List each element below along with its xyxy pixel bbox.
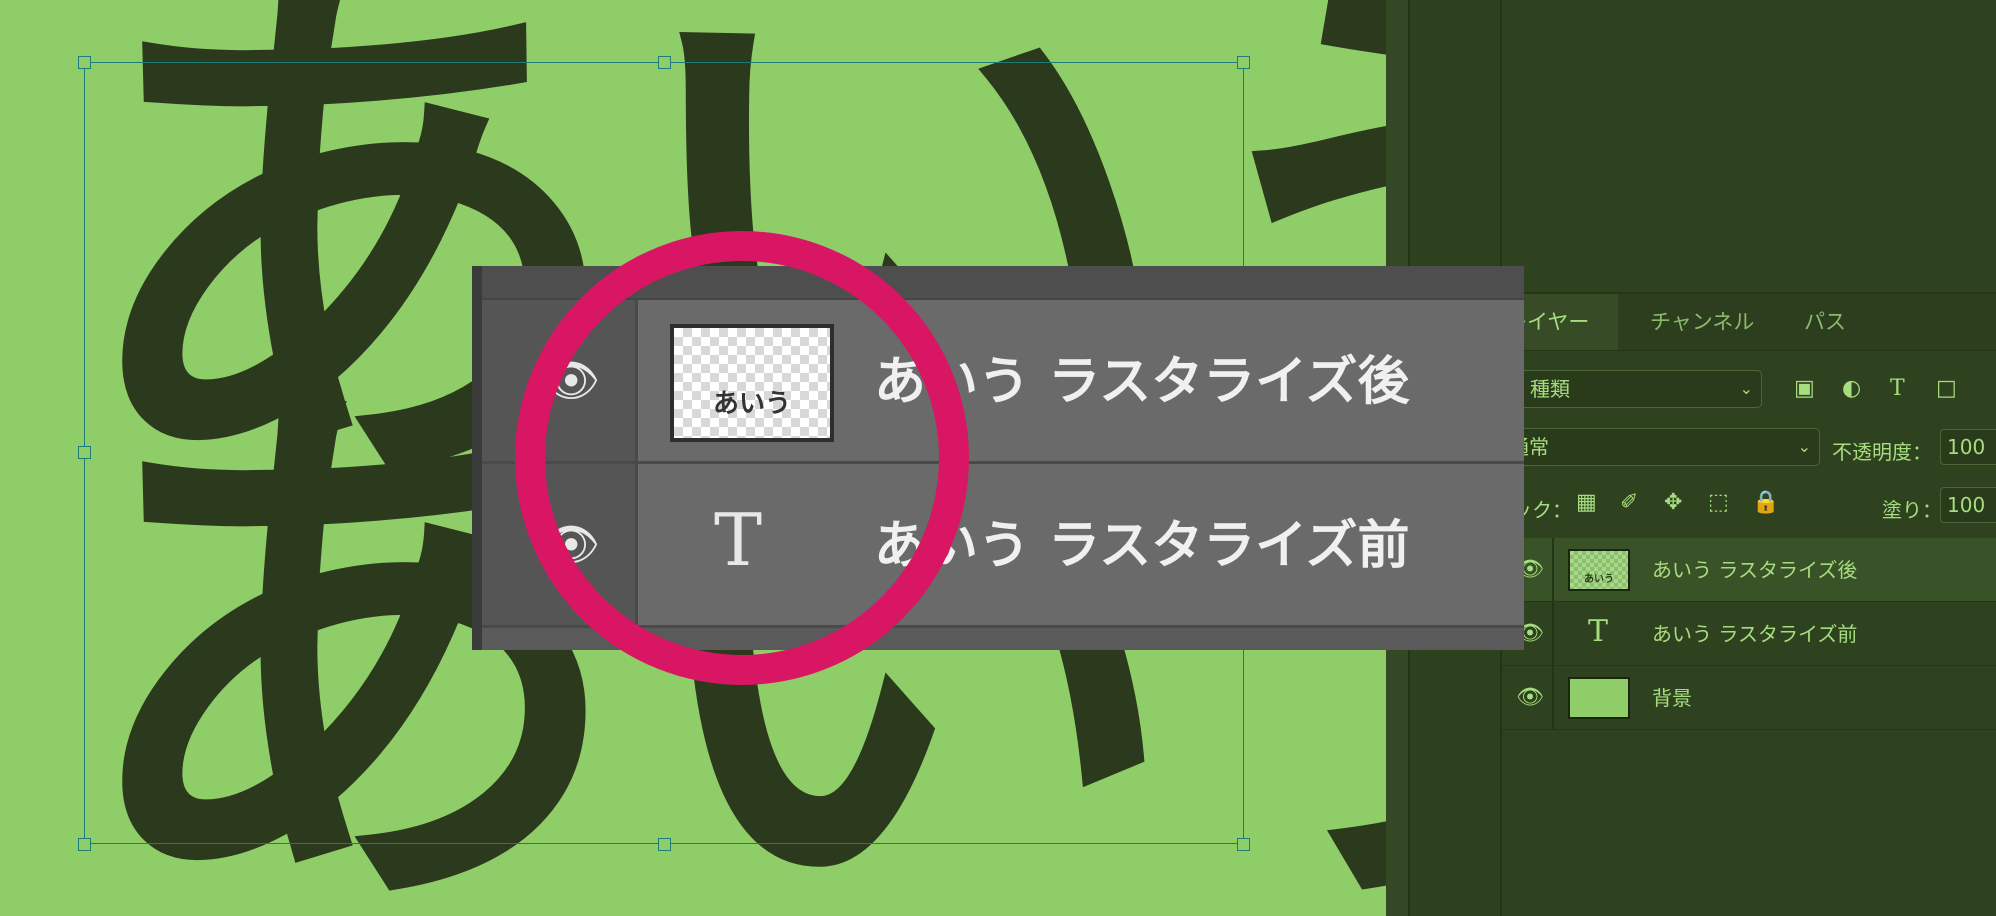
filter-value: 種類 bbox=[1530, 377, 1571, 401]
fill-label: 塗り： bbox=[1882, 498, 1942, 522]
shape-icon[interactable]: □ bbox=[1936, 376, 1957, 401]
eye-icon[interactable]: 👁 bbox=[1516, 686, 1544, 710]
layer-name[interactable]: あいう ラスタライズ後 bbox=[1652, 538, 1857, 602]
brush-icon[interactable]: ✐ bbox=[1620, 490, 1638, 515]
tab-channels[interactable]: チャンネル bbox=[1630, 294, 1780, 350]
layer-name[interactable]: 背景 bbox=[1652, 666, 1692, 730]
text-layer-icon: T bbox=[1588, 614, 1609, 649]
callout-left-edge bbox=[472, 266, 482, 650]
tab-paths[interactable]: パス bbox=[1784, 294, 1866, 350]
blend-mode-select[interactable]: 通常 ⌄ bbox=[1500, 428, 1820, 466]
layer-row-text[interactable]: 👁 T あいう ラスタライズ前 bbox=[1502, 602, 1996, 666]
move-icon[interactable]: ✥ bbox=[1664, 490, 1682, 515]
upper-panel-area bbox=[1502, 0, 1996, 294]
lock-icon[interactable]: 🔒 bbox=[1752, 490, 1779, 515]
lock-transparent-pixels-icon[interactable]: ▦ bbox=[1576, 490, 1597, 515]
adjustment-icon[interactable]: ◐ bbox=[1842, 376, 1861, 401]
transform-handle-top-left[interactable] bbox=[78, 56, 91, 69]
layer-filter-select[interactable]: ⚲ 種類 ⌄ bbox=[1500, 370, 1762, 408]
layer-row-rasterized[interactable]: 👁 あいう あいう ラスタライズ後 bbox=[1502, 538, 1996, 602]
divider bbox=[1552, 538, 1554, 602]
thumbnail-text: あいう bbox=[1584, 574, 1614, 585]
layer-row-background[interactable]: 👁 背景 bbox=[1502, 666, 1996, 730]
panel-tabs: レイヤー チャンネル パス bbox=[1486, 294, 1996, 351]
opacity-input[interactable]: 100 bbox=[1940, 429, 1996, 465]
divider bbox=[1552, 602, 1554, 666]
transform-handle-bottom-right[interactable] bbox=[1237, 838, 1250, 851]
transform-handle-bottom-left[interactable] bbox=[78, 838, 91, 851]
layer-thumbnail bbox=[1568, 677, 1630, 719]
divider bbox=[1552, 666, 1554, 730]
image-icon[interactable]: ▣ bbox=[1794, 376, 1815, 401]
chevron-down-icon: ⌄ bbox=[1797, 437, 1811, 456]
layer-thumbnail: あいう bbox=[1568, 549, 1630, 591]
opacity-label: 不透明度： bbox=[1832, 440, 1932, 464]
type-icon[interactable]: T bbox=[1890, 376, 1905, 401]
artboard-icon[interactable]: ⬚ bbox=[1708, 490, 1729, 515]
layers-panel: レイヤー チャンネル パス ⚲ 種類 ⌄ ▣ ◐ T □ 通常 ⌄ 不透明度： … bbox=[1486, 0, 1996, 916]
layer-name[interactable]: あいう ラスタライズ前 bbox=[1652, 602, 1857, 666]
chevron-down-icon: ⌄ bbox=[1739, 379, 1753, 398]
transform-handle-top-center[interactable] bbox=[658, 56, 671, 69]
highlight-circle bbox=[515, 231, 969, 685]
transform-handle-top-right[interactable] bbox=[1237, 56, 1250, 69]
fill-input[interactable]: 100 bbox=[1940, 487, 1996, 523]
transform-handle-middle-left[interactable] bbox=[78, 446, 91, 459]
transform-handle-bottom-center[interactable] bbox=[658, 838, 671, 851]
